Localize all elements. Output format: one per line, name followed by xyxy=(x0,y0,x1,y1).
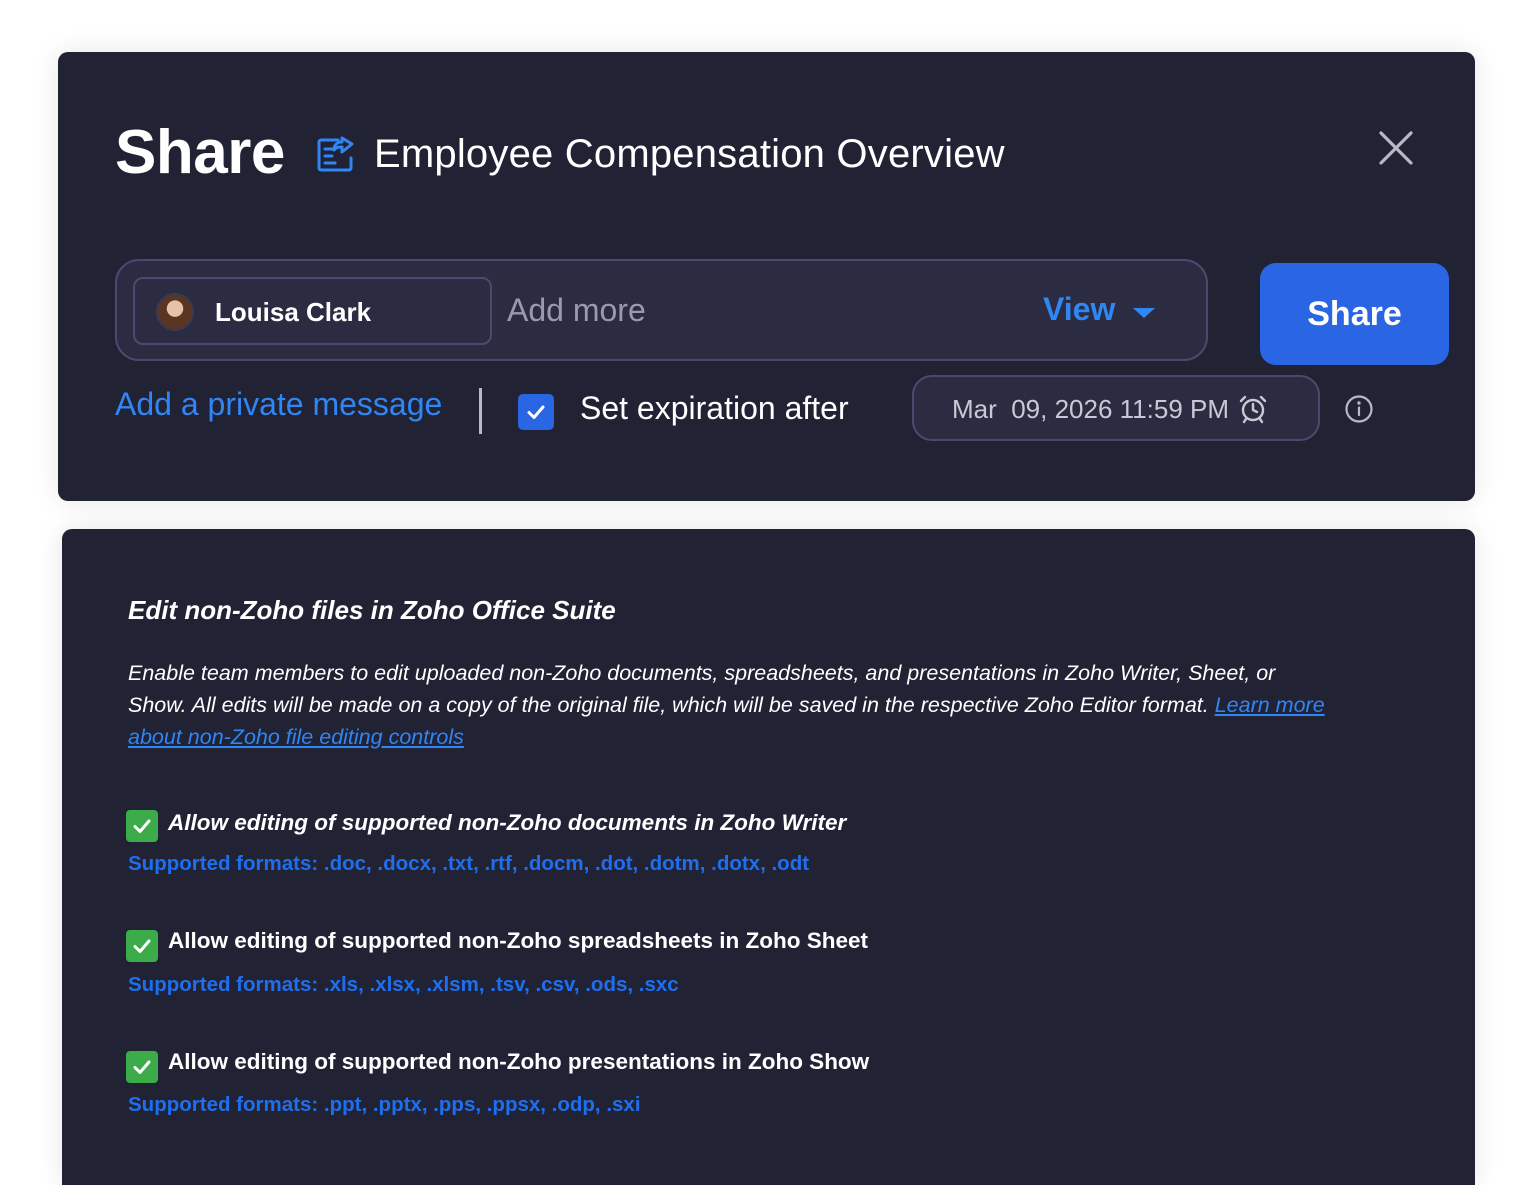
show-checkbox[interactable] xyxy=(126,1051,158,1083)
expiration-checkbox[interactable] xyxy=(518,394,554,430)
share-dialog: Share Employee Compensation Overview Lou… xyxy=(58,52,1475,501)
add-more-input[interactable] xyxy=(507,288,987,332)
info-icon[interactable] xyxy=(1344,394,1374,424)
file-editing-settings: Edit non-Zoho files in Zoho Office Suite… xyxy=(62,529,1475,1185)
document-name: Employee Compensation Overview xyxy=(374,132,1005,176)
writer-option-label: Allow editing of supported non-Zoho docu… xyxy=(168,810,847,835)
avatar xyxy=(156,293,194,331)
close-icon[interactable] xyxy=(1376,128,1416,168)
sheet-option-label: Allow editing of supported non-Zoho spre… xyxy=(168,928,868,953)
permission-label: View xyxy=(1043,291,1116,327)
dialog-title: Share xyxy=(115,118,285,187)
alarm-clock-icon xyxy=(1239,395,1267,424)
document-share-icon xyxy=(317,136,354,172)
recipient-chip[interactable]: Louisa Clark xyxy=(133,277,492,345)
sheet-formats: Supported formats: .xls, .xlsx, .xlsm, .… xyxy=(128,973,679,996)
caret-down-icon xyxy=(1133,307,1156,318)
description-text: Enable team members to edit uploaded non… xyxy=(128,661,1276,717)
expiration-label: Set expiration after xyxy=(580,390,849,426)
checkmark-icon xyxy=(133,819,151,833)
add-private-message-link[interactable]: Add a private message xyxy=(115,384,442,424)
settings-title: Edit non-Zoho files in Zoho Office Suite xyxy=(128,595,616,625)
expiration-date-field[interactable]: Mar 09, 2026 11:59 PM xyxy=(912,375,1320,441)
show-formats: Supported formats: .ppt, .pptx, .pps, .p… xyxy=(128,1093,641,1116)
writer-formats: Supported formats: .doc, .docx, .txt, .r… xyxy=(128,852,810,875)
writer-checkbox[interactable] xyxy=(126,810,158,842)
share-button[interactable]: Share xyxy=(1260,263,1449,365)
show-option-label: Allow editing of supported non-Zoho pres… xyxy=(168,1049,870,1074)
checkmark-icon xyxy=(133,1060,151,1074)
permission-dropdown[interactable]: View xyxy=(1043,287,1156,331)
settings-description: Enable team members to edit uploaded non… xyxy=(128,657,1338,753)
sheet-checkbox[interactable] xyxy=(126,930,158,962)
recipient-field[interactable]: Louisa Clark View xyxy=(115,259,1208,361)
checkmark-icon xyxy=(527,405,545,419)
expiration-date-text: Mar 09, 2026 11:59 PM xyxy=(952,394,1230,424)
divider xyxy=(479,388,482,434)
checkmark-icon xyxy=(133,939,151,953)
recipient-name: Louisa Clark xyxy=(215,297,372,327)
